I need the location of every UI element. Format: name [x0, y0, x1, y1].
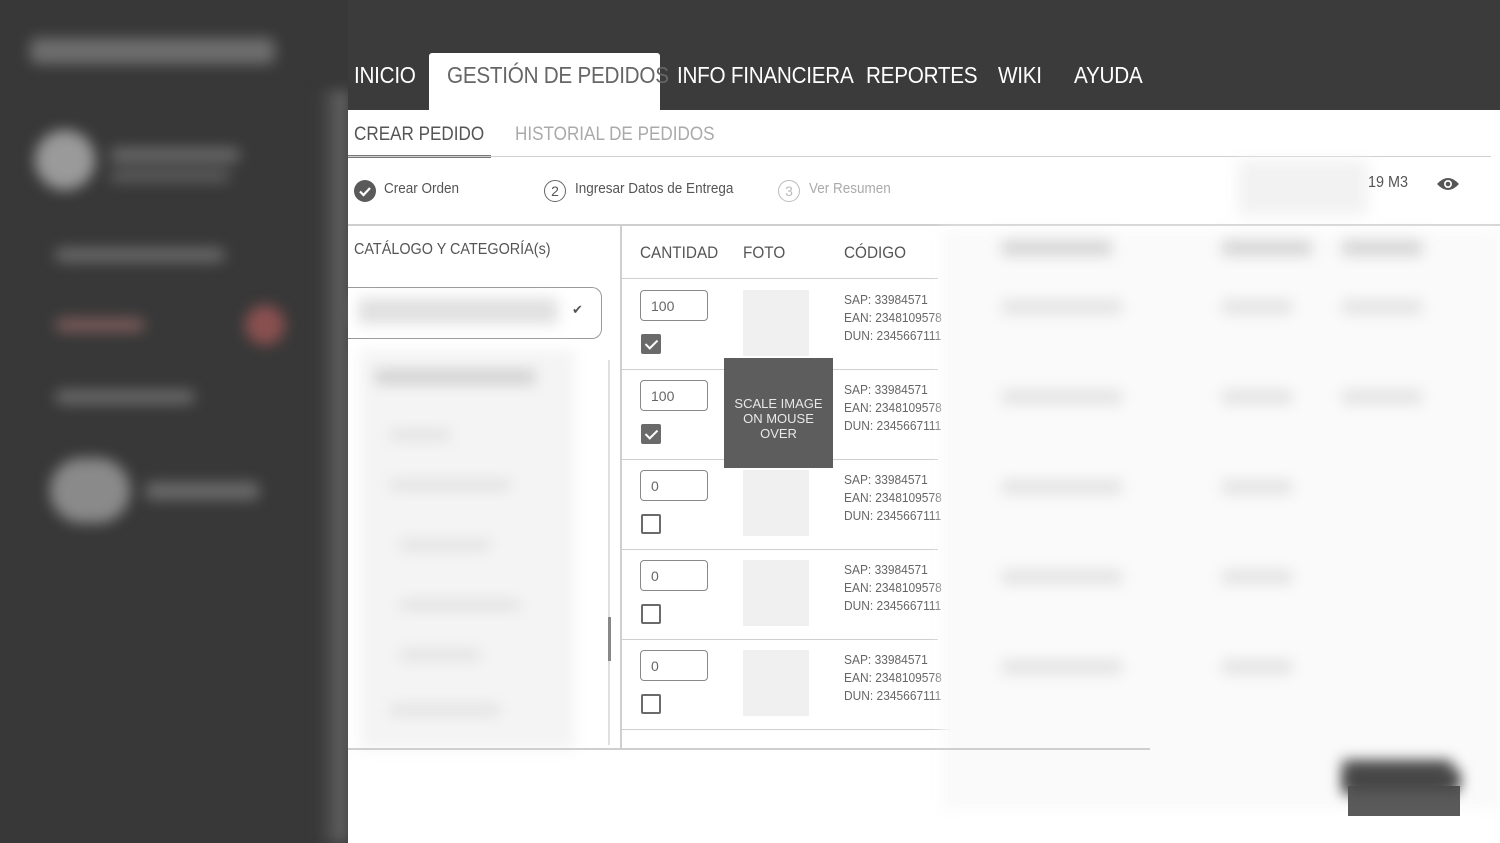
- eye-icon[interactable]: [1436, 176, 1460, 197]
- nav-tab-info-financiera[interactable]: INFO FINANCIERA: [677, 62, 854, 89]
- chevron-check-icon: ✔: [572, 302, 583, 317]
- sap-code: SAP: 33984571: [844, 382, 928, 397]
- product-codes: SAP: 33984571 EAN: 2348109578 DUN: 23456…: [844, 381, 942, 435]
- category-select[interactable]: ✔: [348, 287, 602, 339]
- nav-tab-reportes[interactable]: REPORTES: [866, 62, 978, 89]
- product-codes: SAP: 33984571 EAN: 2348109578 DUN: 23456…: [844, 651, 942, 705]
- ean-code: EAN: 2348109578: [844, 310, 942, 325]
- step-1-label: Crear Orden: [384, 180, 460, 197]
- row-checkbox[interactable]: [641, 334, 661, 354]
- top-navigation: INICIO GESTIÓN DE PEDIDOS INFO FINANCIER…: [348, 0, 1500, 110]
- nav-tab-wiki[interactable]: WIKI: [998, 62, 1042, 89]
- header-cantidad: CANTIDAD: [640, 243, 719, 262]
- quantity-input[interactable]: [640, 650, 708, 681]
- blurred-table-columns: [942, 230, 1500, 810]
- row-checkbox[interactable]: [641, 514, 661, 534]
- overlay-text-line2: ON MOUSE OVER: [743, 411, 814, 441]
- sap-code: SAP: 33984571: [844, 652, 928, 667]
- table-row: SAP: 33984571 EAN: 2348109578 DUN: 23456…: [622, 279, 942, 369]
- overlay-text-line1: SCALE IMAGE: [734, 396, 823, 411]
- category-select-value-blurred: [358, 298, 558, 324]
- step-3-number-text: 3: [785, 183, 793, 199]
- product-photo[interactable]: [743, 290, 809, 356]
- quantity-input[interactable]: [640, 290, 708, 321]
- dun-code: DUN: 2345667111: [844, 418, 942, 433]
- product-photo[interactable]: [743, 470, 809, 536]
- table-bottom-divider: [348, 748, 1150, 750]
- dun-code: DUN: 2345667111: [844, 328, 942, 343]
- continue-button-blurred[interactable]: [1348, 770, 1460, 816]
- catalog-label: CATÁLOGO Y CATEGORÍA(s): [354, 241, 551, 258]
- category-list-blurred: [360, 350, 575, 750]
- dun-code: DUN: 2345667111: [844, 508, 942, 523]
- product-codes: SAP: 33984571 EAN: 2348109578 DUN: 23456…: [844, 471, 942, 525]
- nav-tab-ayuda[interactable]: AYUDA: [1074, 62, 1143, 89]
- subtabs-divider: [348, 156, 1491, 157]
- step-1-check-icon: [354, 180, 376, 202]
- dun-code: DUN: 2345667111: [844, 688, 942, 703]
- quantity-input[interactable]: [640, 470, 708, 501]
- row-checkbox[interactable]: [641, 604, 661, 624]
- volume-value: 19 M3: [1368, 174, 1409, 191]
- header-codigo: CÓDIGO: [844, 243, 907, 262]
- dun-code: DUN: 2345667111: [844, 598, 942, 613]
- header-foto: FOTO: [743, 243, 786, 262]
- product-photo[interactable]: [743, 650, 809, 716]
- sidebar-blurred-content: [0, 0, 348, 843]
- table-row: SAP: 33984571 EAN: 2348109578 DUN: 23456…: [622, 639, 942, 729]
- sap-code: SAP: 33984571: [844, 292, 928, 307]
- image-scale-overlay[interactable]: SCALE IMAGE ON MOUSE OVER: [724, 358, 833, 468]
- table-row: SAP: 33984571 EAN: 2348109578 DUN: 23456…: [622, 549, 942, 639]
- sidebar-shadow: [318, 90, 348, 843]
- sap-code: SAP: 33984571: [844, 562, 928, 577]
- quantity-input[interactable]: [640, 560, 708, 591]
- sap-code: SAP: 33984571: [844, 472, 928, 487]
- ean-code: EAN: 2348109578: [844, 670, 942, 685]
- step-2-number-text: 2: [551, 183, 559, 199]
- blurred-volume-box: [1238, 160, 1368, 215]
- quantity-input[interactable]: [640, 380, 708, 411]
- row-checkbox[interactable]: [641, 424, 661, 444]
- ean-code: EAN: 2348109578: [844, 580, 942, 595]
- step-2-number: 2: [544, 180, 566, 202]
- nav-tab-inicio[interactable]: INICIO: [354, 62, 416, 89]
- step-3-number: 3: [778, 180, 800, 202]
- step-2-label: Ingresar Datos de Entrega: [575, 180, 734, 197]
- ean-code: EAN: 2348109578: [844, 400, 942, 415]
- steps-divider: [348, 224, 1500, 226]
- catalog-scrollbar-thumb[interactable]: [608, 617, 611, 661]
- ean-code: EAN: 2348109578: [844, 490, 942, 505]
- table-row: SAP: 33984571 EAN: 2348109578 DUN: 23456…: [622, 459, 942, 549]
- product-codes: SAP: 33984571 EAN: 2348109578 DUN: 23456…: [844, 561, 942, 615]
- subtab-crear-pedido[interactable]: CREAR PEDIDO: [354, 124, 484, 146]
- main-panel: CREAR PEDIDO HISTORIAL DE PEDIDOS Crear …: [348, 110, 1500, 843]
- product-codes: SAP: 33984571 EAN: 2348109578 DUN: 23456…: [844, 291, 942, 345]
- catalog-scrollbar-track[interactable]: [608, 360, 610, 745]
- step-3-label: Ver Resumen: [809, 180, 891, 197]
- product-photo[interactable]: [743, 560, 809, 626]
- sidebar: [0, 0, 348, 843]
- subtab-historial-de-pedidos[interactable]: HISTORIAL DE PEDIDOS: [515, 124, 715, 146]
- nav-tab-gestion-de-pedidos[interactable]: GESTIÓN DE PEDIDOS: [447, 62, 669, 89]
- row-checkbox[interactable]: [641, 694, 661, 714]
